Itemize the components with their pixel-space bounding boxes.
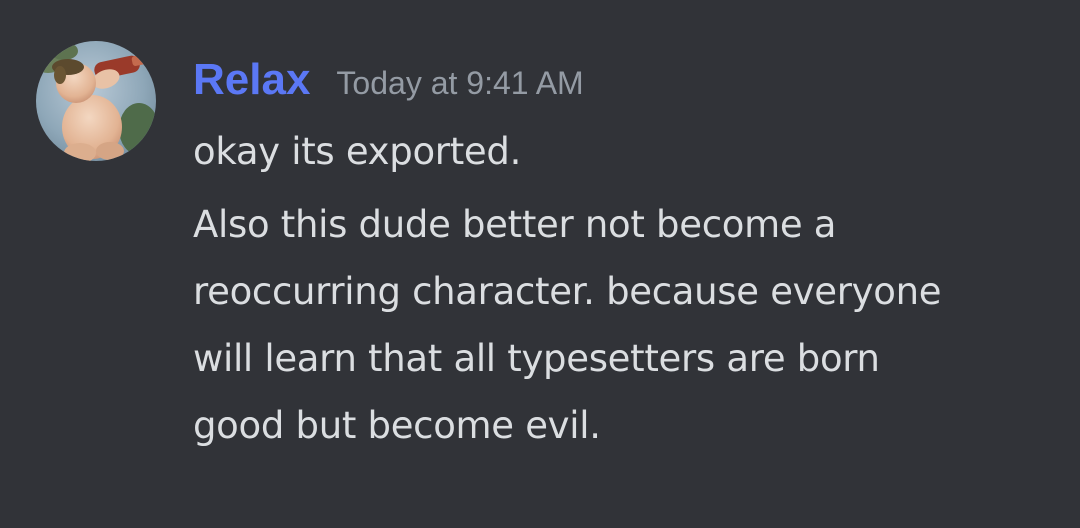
avatar[interactable] bbox=[36, 41, 156, 161]
message-text-line: Also this dude better not become a bbox=[193, 203, 837, 246]
message-text-line: will learn that all typesetters are born bbox=[193, 337, 880, 380]
message-header: Relax Today at 9:41 AM bbox=[193, 52, 584, 112]
message-timestamp: Today at 9:41 AM bbox=[336, 65, 584, 101]
author-name[interactable]: Relax bbox=[193, 52, 310, 108]
message-text-line: reoccurring character. because everyone bbox=[193, 270, 942, 313]
message-text-line: good but become evil. bbox=[193, 404, 601, 447]
message-text-line: okay its exported. bbox=[193, 130, 522, 173]
cherub-avatar-icon bbox=[36, 41, 156, 161]
chat-message: Relax Today at 9:41 AM okay its exported… bbox=[0, 0, 1080, 528]
